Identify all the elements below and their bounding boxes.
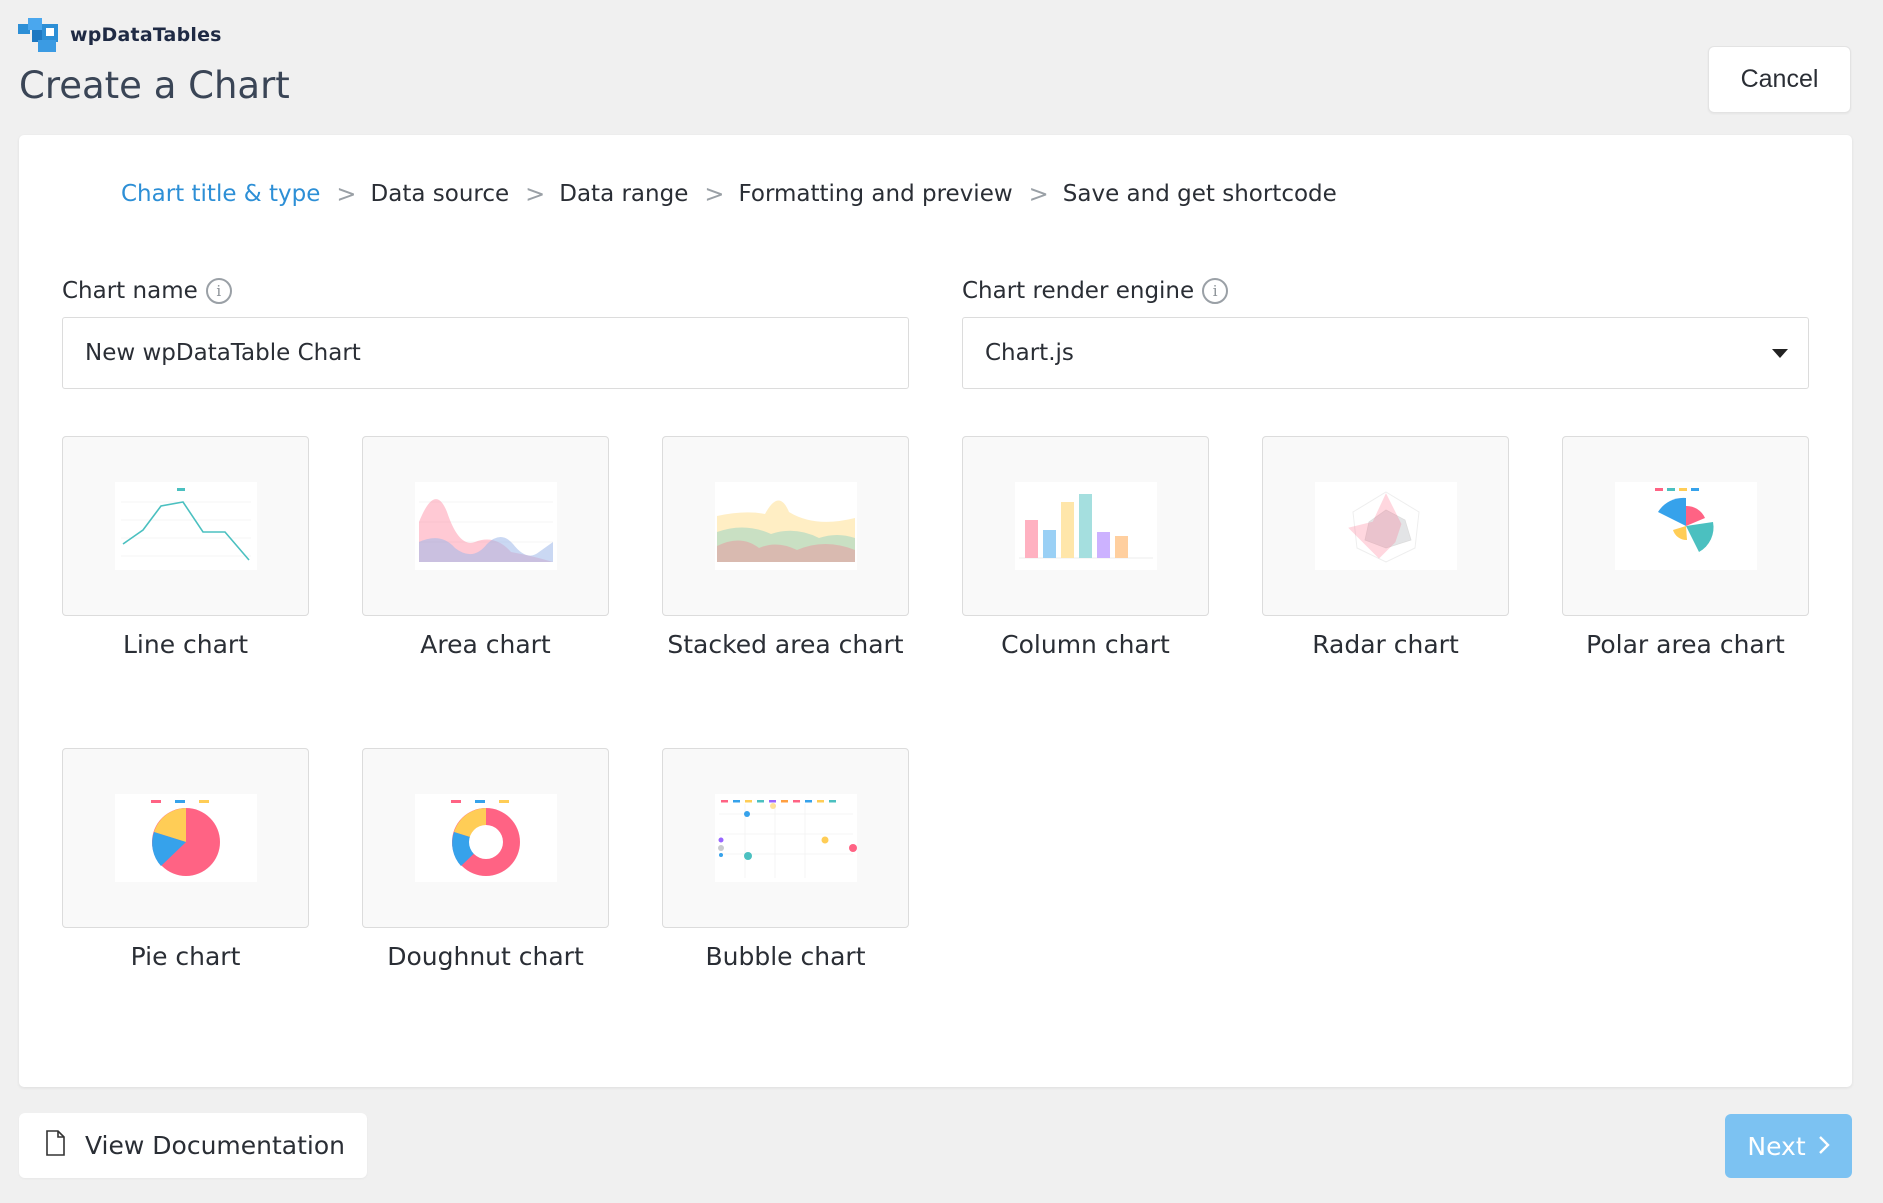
wizard-steps: Chart title & type > Data source > Data … [121, 180, 1337, 208]
step-formatting-preview[interactable]: Formatting and preview [738, 181, 1012, 207]
step-data-range[interactable]: Data range [559, 181, 688, 207]
chart-type-tile[interactable] [962, 436, 1209, 616]
radar-chart-thumbnail [1314, 482, 1457, 570]
chart-name-label: Chart name i [62, 278, 232, 304]
chart-type-tile[interactable] [362, 436, 609, 616]
chart-type-bubble[interactable]: Bubble chart [662, 748, 909, 971]
chart-name-input[interactable] [62, 317, 909, 389]
view-documentation-label: View Documentation [85, 1131, 345, 1160]
doughnut-chart-thumbnail [414, 794, 557, 882]
chart-type-label: Stacked area chart [667, 630, 904, 659]
step-data-source[interactable]: Data source [371, 181, 510, 207]
info-icon[interactable]: i [1202, 278, 1229, 304]
column-chart-thumbnail [1014, 482, 1157, 570]
chart-type-tile[interactable] [662, 436, 909, 616]
step-separator: > [525, 180, 546, 208]
wizard-panel: Chart title & type > Data source > Data … [19, 135, 1852, 1087]
cancel-button[interactable]: Cancel [1708, 46, 1851, 113]
caret-down-icon [1772, 349, 1788, 358]
chart-type-label: Doughnut chart [387, 942, 584, 971]
next-button[interactable]: Next [1725, 1114, 1852, 1178]
chevron-right-icon [1818, 1132, 1830, 1161]
polar-area-chart-thumbnail [1614, 482, 1757, 570]
chart-type-label: Radar chart [1312, 630, 1459, 659]
chart-type-tile[interactable] [662, 748, 909, 928]
render-engine-value: Chart.js [985, 340, 1074, 366]
chart-type-area[interactable]: Area chart [362, 436, 609, 659]
brand-name: wpDataTables [70, 24, 222, 46]
area-chart-thumbnail [414, 482, 557, 570]
chart-type-tile[interactable] [62, 748, 309, 928]
page-title: Create a Chart [19, 64, 290, 107]
next-button-label: Next [1747, 1131, 1806, 1161]
chart-type-label: Column chart [1001, 630, 1170, 659]
chart-type-column[interactable]: Column chart [962, 436, 1209, 659]
wpdatatables-logo-icon [18, 18, 60, 52]
chart-type-label: Line chart [122, 630, 249, 659]
step-chart-title-type[interactable]: Chart title & type [121, 181, 320, 207]
chart-type-label: Area chart [420, 630, 551, 659]
chart-type-tile[interactable] [1262, 436, 1509, 616]
engine-label-text: Chart render engine [962, 278, 1195, 304]
document-icon [45, 1129, 65, 1162]
chart-type-radar[interactable]: Radar chart [1262, 436, 1509, 659]
chart-type-polar-area[interactable]: Polar area chart [1562, 436, 1809, 659]
chart-type-tile[interactable] [62, 436, 309, 616]
step-save-shortcode[interactable]: Save and get shortcode [1063, 181, 1337, 207]
chart-type-stacked-area[interactable]: Stacked area chart [662, 436, 909, 659]
chart-name-label-text: Chart name [62, 278, 198, 304]
info-icon[interactable]: i [205, 278, 232, 304]
step-separator: > [336, 180, 357, 208]
engine-label: Chart render engine i [962, 278, 1229, 304]
stacked-area-chart-thumbnail [714, 482, 857, 570]
chart-type-label: Polar area chart [1586, 630, 1785, 659]
line-chart-thumbnail [114, 482, 257, 570]
chart-type-tile[interactable] [362, 748, 609, 928]
view-documentation-button[interactable]: View Documentation [19, 1113, 367, 1178]
brand: wpDataTables [18, 18, 222, 52]
render-engine-select[interactable]: Chart.js [962, 317, 1809, 389]
pie-chart-thumbnail [114, 794, 257, 882]
chart-type-line[interactable]: Line chart [62, 436, 309, 659]
step-separator: > [704, 180, 725, 208]
chart-type-doughnut[interactable]: Doughnut chart [362, 748, 609, 971]
chart-type-label: Pie chart [130, 942, 241, 971]
bubble-chart-thumbnail [714, 794, 857, 882]
step-separator: > [1028, 180, 1049, 208]
chart-type-label: Bubble chart [705, 942, 866, 971]
chart-type-tile[interactable] [1562, 436, 1809, 616]
chart-type-pie[interactable]: Pie chart [62, 748, 309, 971]
